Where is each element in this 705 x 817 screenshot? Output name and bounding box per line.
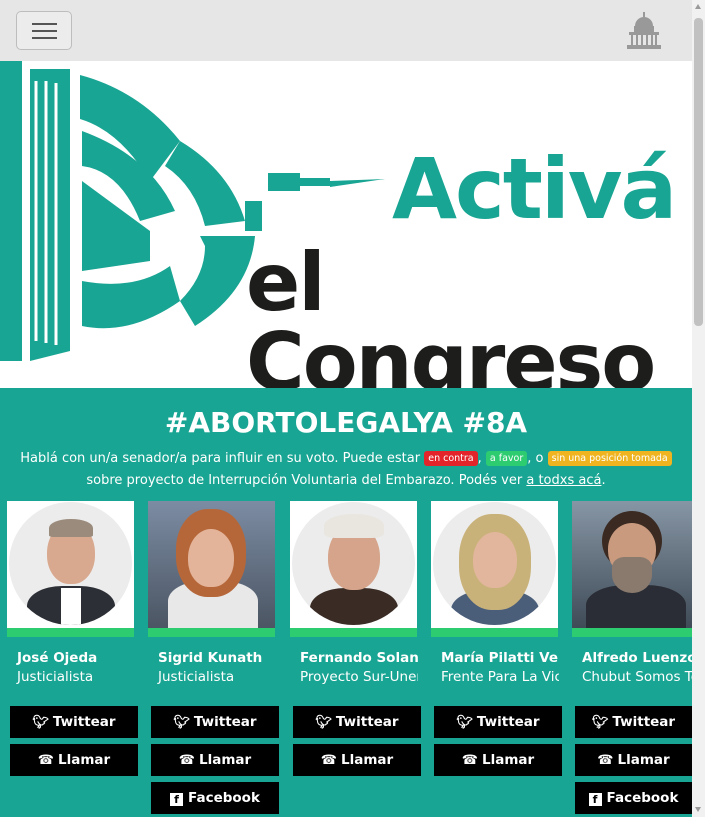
twitter-icon: 🐦︎ — [456, 715, 473, 730]
facebook-label: Facebook — [188, 790, 260, 806]
intro-o: , o — [527, 451, 548, 466]
senator-photo — [572, 501, 692, 628]
senator-photo — [290, 501, 417, 628]
intro-text-before: Hablá con un/a senador/a para influir en… — [20, 451, 425, 466]
intro-text-after: sobre proyecto de Interrupción Voluntari… — [86, 473, 527, 488]
badge-a-favor: a favor — [485, 451, 528, 466]
scrollbar-thumb[interactable] — [694, 18, 703, 326]
twittear-label: Twittear — [52, 714, 116, 730]
llamar-label: Llamar — [341, 752, 394, 768]
congress-building-icon[interactable] — [626, 12, 662, 50]
facebook-button[interactable]: f Facebook — [151, 782, 279, 814]
llamar-button[interactable]: ☎︎ Llamar — [293, 744, 421, 776]
badge-en-contra: en contra — [424, 451, 478, 466]
status-bar — [7, 628, 134, 637]
hero-banner: Activá el Congreso — [0, 61, 692, 388]
twittear-label: Twittear — [193, 714, 257, 730]
twittear-label: Twittear — [612, 714, 676, 730]
senator-card: José Ojeda Justicialista 🐦︎ Twittear ☎︎ Ll… — [7, 501, 138, 776]
llamar-button[interactable]: ☎︎ Llamar — [575, 744, 692, 776]
hamburger-icon — [32, 23, 57, 25]
senator-photo — [148, 501, 275, 628]
senator-photo — [7, 501, 134, 628]
twittear-button[interactable]: 🐦︎ Twittear — [10, 706, 138, 738]
facebook-button[interactable]: f Facebook — [575, 782, 692, 814]
campaign-hashtag: #ABORTOLEGALYA #8A — [164, 406, 528, 439]
phone-icon: ☎︎ — [597, 753, 614, 768]
senator-card: María Pilatti Vergara Frente Para La Vic… — [431, 501, 562, 776]
phone-icon: ☎︎ — [37, 753, 54, 768]
senator-name: Sigrid Kunath — [158, 650, 263, 666]
llamar-label: Llamar — [199, 752, 252, 768]
llamar-button[interactable]: ☎︎ Llamar — [10, 744, 138, 776]
senator-card: Sigrid Kunath Justicialista 🐦︎ Twittear ☎… — [148, 501, 279, 814]
senator-party: Justicialista — [158, 669, 235, 685]
menu-toggle-button[interactable] — [16, 11, 72, 50]
scroll-down-icon[interactable] — [695, 807, 701, 812]
intro-comma: , — [477, 451, 482, 466]
senator-name: Fernando Solanas — [300, 650, 418, 666]
twittear-button[interactable]: 🐦︎ Twittear — [575, 706, 692, 738]
senator-card: Alfredo Luenzo Chubut Somos Todos 🐦︎Twit… — [572, 501, 692, 814]
senator-card: Fernando Solanas Proyecto Sur-Unen 🐦︎Twi… — [290, 501, 421, 776]
senator-party: Justicialista — [17, 669, 94, 685]
twittear-label: Twittear — [476, 714, 540, 730]
twitter-icon: 🐦︎ — [32, 715, 49, 730]
senator-name: José Ojeda — [17, 650, 98, 666]
llamar-label: Llamar — [58, 752, 111, 768]
intro-period: . — [601, 473, 606, 488]
facebook-label: Facebook — [606, 790, 679, 806]
twittear-button[interactable]: 🐦︎ Twittear — [434, 706, 562, 738]
navbar — [0, 0, 692, 61]
facebook-icon: f — [588, 793, 602, 806]
facebook-icon: f — [170, 793, 184, 806]
hero-title-congreso: el Congreso — [246, 236, 656, 389]
senator-photo — [431, 501, 558, 628]
llamar-button[interactable]: ☎︎ Llamar — [151, 744, 279, 776]
badge-sin-posicion: sin una posición tomada — [547, 451, 672, 466]
scroll-up-icon[interactable] — [695, 4, 701, 9]
senator-party: Chubut Somos Todos — [582, 669, 692, 685]
phone-icon: ☎︎ — [461, 753, 478, 768]
status-bar — [290, 628, 417, 637]
senator-party: Proyecto Sur-Unen — [300, 669, 418, 685]
status-bar — [572, 628, 692, 637]
campaign-intro: Hablá con un/a senador/a para influir en… — [10, 448, 682, 492]
status-bar — [431, 628, 558, 637]
llamar-label: Llamar — [617, 752, 670, 768]
status-bar — [148, 628, 275, 637]
twitter-icon: 🐦︎ — [173, 715, 190, 730]
senator-party: Frente Para La Victoria — [441, 669, 559, 685]
ver-todos-link[interactable]: a todxs acá — [526, 473, 601, 488]
twittear-button[interactable]: 🐦︎ Twittear — [293, 706, 421, 738]
llamar-label: Llamar — [482, 752, 535, 768]
senator-name: María Pilatti Vergara — [441, 650, 559, 666]
llamar-button[interactable]: ☎︎ Llamar — [434, 744, 562, 776]
senator-name: Alfredo Luenzo — [582, 650, 692, 666]
twitter-icon: 🐦︎ — [591, 715, 609, 730]
phone-icon: ☎︎ — [178, 753, 195, 768]
page-scrollbar[interactable] — [692, 0, 705, 817]
campaign-section: #ABORTOLEGALYA #8A Hablá con un/a senado… — [0, 388, 692, 817]
phone-icon: ☎︎ — [320, 753, 337, 768]
hero-title-activa: Activá — [392, 140, 677, 238]
twitter-icon: 🐦︎ — [315, 715, 332, 730]
twittear-button[interactable]: 🐦︎ Twittear — [151, 706, 279, 738]
twittear-label: Twittear — [335, 714, 399, 730]
